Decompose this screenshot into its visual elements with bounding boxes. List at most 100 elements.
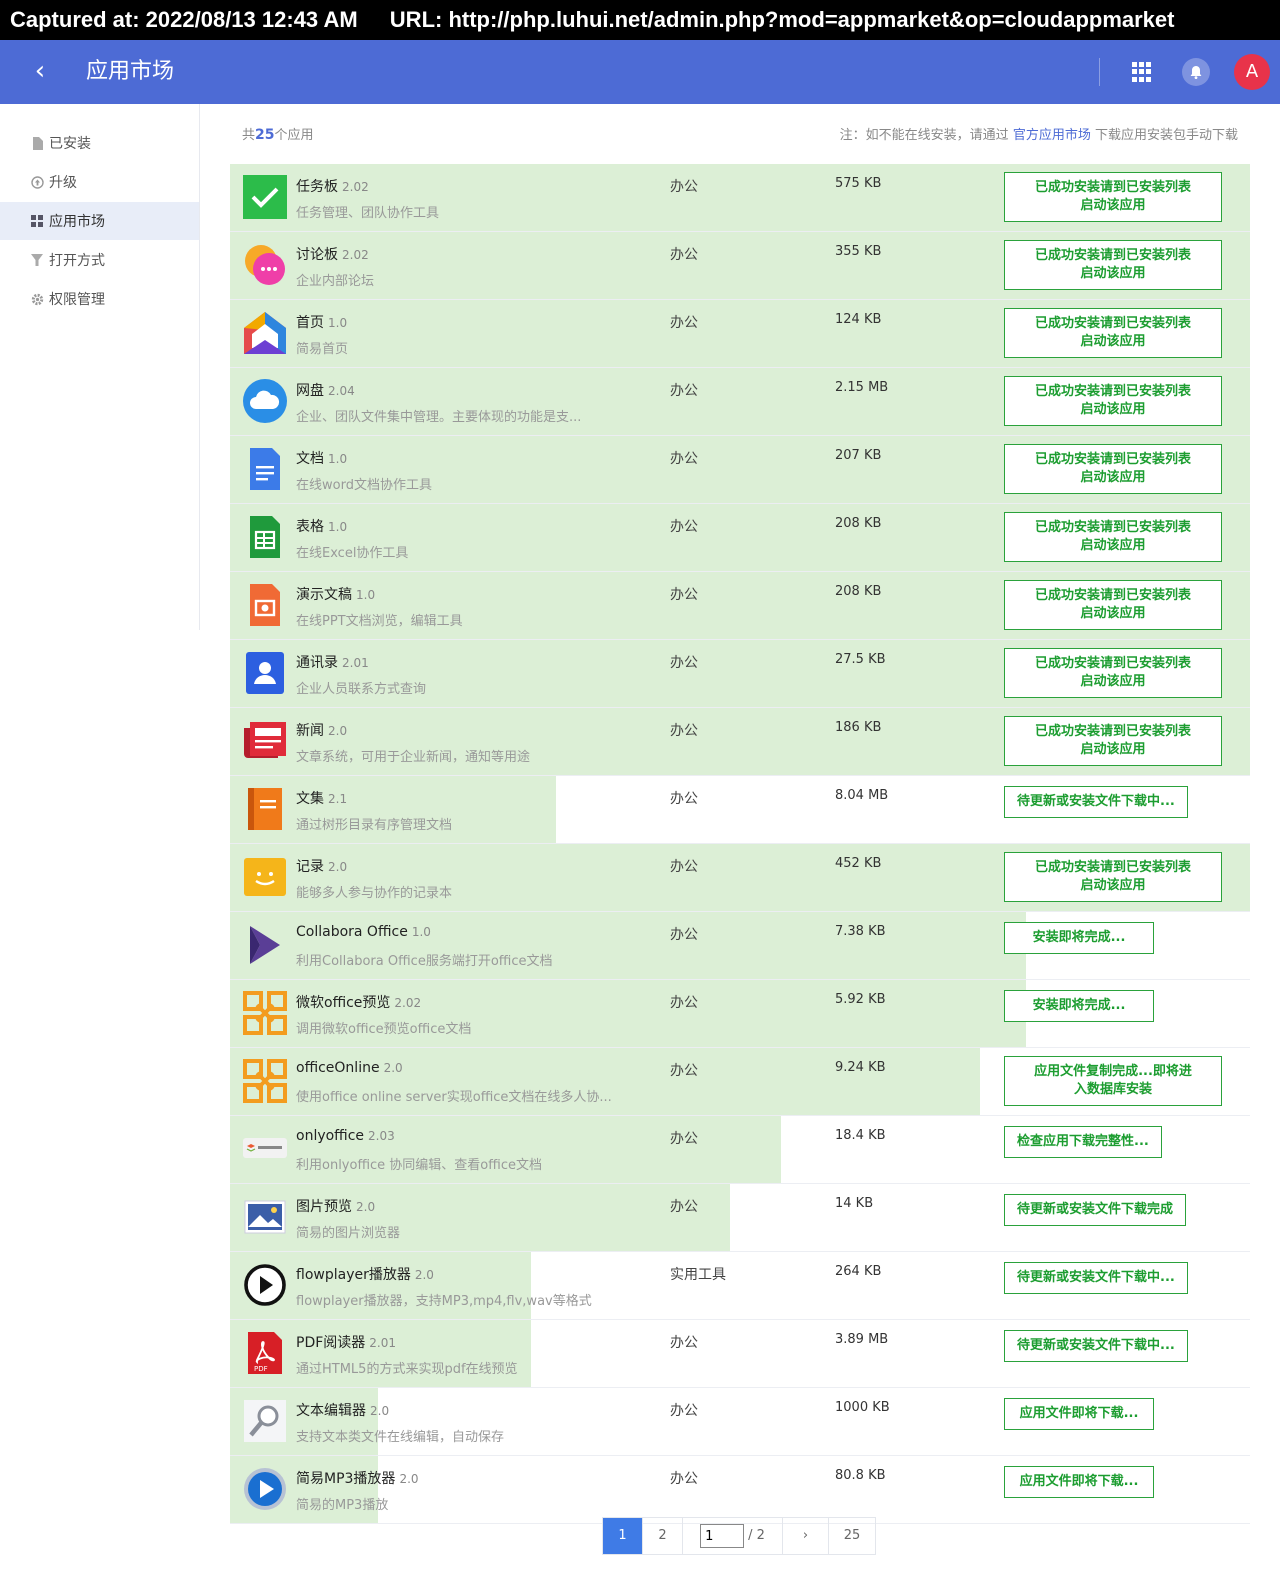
install-status-button[interactable]: 已成功安装请到已安装列表 启动该应用 (1004, 376, 1222, 426)
status-line: 已成功安装请到已安装列表 (1034, 724, 1191, 739)
app-row: 新闻 2.0 文章系统，可用于企业新闻，通知等用途 办公 186 KB 已成功安装请到已安… (230, 708, 1250, 776)
app-description: 企业内部论坛 (296, 274, 375, 289)
app-description: 在线Excel协作工具 (296, 546, 409, 561)
install-status-button[interactable]: 安装即将完成... (1004, 922, 1154, 954)
status-line: 已成功安装请到已安装列表 (1034, 860, 1191, 875)
status-line: 启动该应用 (1080, 266, 1146, 281)
app-row: 微软office预览 2.02 调用微软office预览office文档 办公 5.92… (230, 980, 1250, 1048)
app-row: 首页 1.0 简易首页 办公 124 KB 已成功安装请到已安装列表 启动该应用 (230, 300, 1250, 368)
page-jump: / 2 (683, 1518, 783, 1554)
app-title: PDF阅读器 (296, 1335, 366, 1351)
app-row: 文本编辑器 2.0 支持文本类文件在线编辑，自动保存 办公 1000 KB 应用文件即将下… (230, 1388, 1250, 1456)
spreadsheet-icon (242, 514, 288, 560)
next-page-button[interactable]: › (783, 1518, 829, 1554)
pagination: 1 2 / 2 › 25 (602, 1517, 876, 1555)
sidebar-item-open-with[interactable]: 打开方式 (0, 241, 199, 279)
grid-icon (30, 214, 44, 228)
ms-office-preview-icon (242, 990, 288, 1036)
app-size: 208 KB (835, 516, 882, 531)
app-description: 在线PPT文档浏览，编辑工具 (296, 614, 463, 629)
app-version: 1.0 (356, 588, 376, 602)
app-size: 208 KB (835, 584, 882, 599)
app-name: 网盘 2.04 (296, 380, 355, 400)
app-row: 文集 2.1 通过树形目录有序管理文档 办公 8.04 MB 待更新或安装文件下载中... (230, 776, 1250, 844)
page-jump-input[interactable] (700, 1524, 745, 1548)
install-status-button[interactable]: 待更新或安装文件下载中... (1004, 1330, 1188, 1362)
app-version: 2.02 (342, 248, 369, 262)
app-version: 2.02 (394, 996, 422, 1010)
app-name: officeOnline 2.0 (296, 1060, 403, 1076)
install-status-button[interactable]: 应用文件即将下载... (1004, 1466, 1154, 1498)
app-description: 通过HTML5的方式来实现pdf在线预览 (296, 1362, 518, 1377)
app-name: 首页 1.0 (296, 312, 347, 332)
app-version: 2.0 (328, 724, 348, 738)
app-title: 图片预览 (296, 1199, 352, 1215)
install-status-button[interactable]: 待更新或安装文件下载中... (1004, 1262, 1188, 1294)
app-category: 办公 (670, 179, 698, 195)
app-size: 18.4 KB (835, 1128, 886, 1143)
app-category: 办公 (670, 655, 698, 671)
app-row: 图片预览 2.0 简易的图片浏览器 办公 14 KB 待更新或安装文件下载完成 (230, 1184, 1250, 1252)
app-name: 任务板 2.02 (296, 176, 369, 196)
sidebar-item-app-market[interactable]: 应用市场 (0, 202, 199, 240)
capture-time: Captured at: 2022/08/13 12:43 AM (10, 7, 358, 32)
app-grid-icon[interactable] (1132, 62, 1152, 82)
app-category: 办公 (670, 1403, 698, 1419)
status-line: 待更新或安装文件下载完成 (1017, 1202, 1174, 1217)
app-row: 文档 1.0 在线word文档协作工具 办公 207 KB 已成功安装请到已安装列表 启动该… (230, 436, 1250, 504)
notification-bell-icon[interactable] (1182, 58, 1210, 86)
install-status-button[interactable]: 已成功安装请到已安装列表 启动该应用 (1004, 308, 1222, 358)
official-market-link[interactable]: 官方应用市场 (1013, 128, 1091, 143)
install-status-button[interactable]: 已成功安装请到已安装列表 启动该应用 (1004, 172, 1222, 222)
app-category: 办公 (670, 1335, 698, 1351)
sidebar-item-upgrade[interactable]: 升级 (0, 163, 199, 201)
install-status-button[interactable]: 已成功安装请到已安装列表 启动该应用 (1004, 852, 1222, 902)
install-status-button[interactable]: 检查应用下载完整性... (1004, 1126, 1162, 1158)
sidebar-item-installed[interactable]: 已安装 (0, 124, 199, 162)
page-2-button[interactable]: 2 (643, 1518, 683, 1554)
install-status-button[interactable]: 已成功安装请到已安装列表 启动该应用 (1004, 716, 1222, 766)
app-description: 企业人员联系方式查询 (296, 682, 427, 697)
app-category: 办公 (670, 587, 698, 603)
app-version: 2.01 (342, 656, 369, 670)
app-name: 通讯录 2.01 (296, 652, 369, 672)
app-category: 办公 (670, 927, 698, 943)
app-title: 演示文稿 (296, 587, 352, 603)
app-title: 记录 (296, 859, 324, 875)
user-avatar[interactable]: A (1234, 54, 1270, 90)
app-description: 简易的图片浏览器 (296, 1226, 401, 1241)
mp3-player-icon (242, 1466, 288, 1512)
install-status-button[interactable]: 待更新或安装文件下载完成 (1004, 1194, 1187, 1226)
status-line: 待更新或安装文件下载中... (1017, 794, 1175, 809)
app-category: 办公 (670, 791, 698, 807)
app-name: 图片预览 2.0 (296, 1196, 375, 1216)
status-line: 已成功安装请到已安装列表 (1034, 588, 1191, 603)
app-title: 新闻 (296, 723, 324, 739)
install-status-button[interactable]: 已成功安装请到已安装列表 启动该应用 (1004, 240, 1222, 290)
install-status-button[interactable]: 应用文件复制完成...即将进 入数据库安装 (1004, 1056, 1222, 1106)
app-size: 207 KB (835, 448, 882, 463)
app-category: 实用工具 (670, 1267, 726, 1283)
install-status-button[interactable]: 已成功安装请到已安装列表 启动该应用 (1004, 648, 1222, 698)
gear-icon (30, 292, 44, 306)
filter-icon (30, 253, 44, 267)
back-button[interactable]: ‹ (26, 58, 54, 86)
page-1-button[interactable]: 1 (603, 1518, 643, 1554)
app-title: 文集 (296, 791, 324, 807)
app-name: 文集 2.1 (296, 788, 347, 808)
contacts-icon (242, 650, 288, 696)
app-name: 演示文稿 1.0 (296, 584, 375, 604)
status-line: 检查应用下载完整性... (1017, 1134, 1149, 1149)
sidebar-item-permissions[interactable]: 权限管理 (0, 280, 199, 318)
install-status-button[interactable]: 已成功安装请到已安装列表 启动该应用 (1004, 444, 1222, 494)
app-row: 通讯录 2.01 企业人员联系方式查询 办公 27.5 KB 已成功安装请到已安装列表 启动… (230, 640, 1250, 708)
install-status-button[interactable]: 安装即将完成... (1004, 990, 1154, 1022)
status-line: 已成功安装请到已安装列表 (1034, 520, 1191, 535)
app-size: 1000 KB (835, 1400, 890, 1415)
install-status-button[interactable]: 已成功安装请到已安装列表 启动该应用 (1004, 512, 1222, 562)
install-status-button[interactable]: 待更新或安装文件下载中... (1004, 786, 1188, 818)
install-status-button[interactable]: 已成功安装请到已安装列表 启动该应用 (1004, 580, 1222, 630)
status-line: 启动该应用 (1080, 606, 1146, 621)
app-row: 简易MP3播放器 2.0 简易的MP3播放 办公 80.8 KB 应用文件即将下载... (230, 1456, 1250, 1524)
install-status-button[interactable]: 应用文件即将下载... (1004, 1398, 1154, 1430)
